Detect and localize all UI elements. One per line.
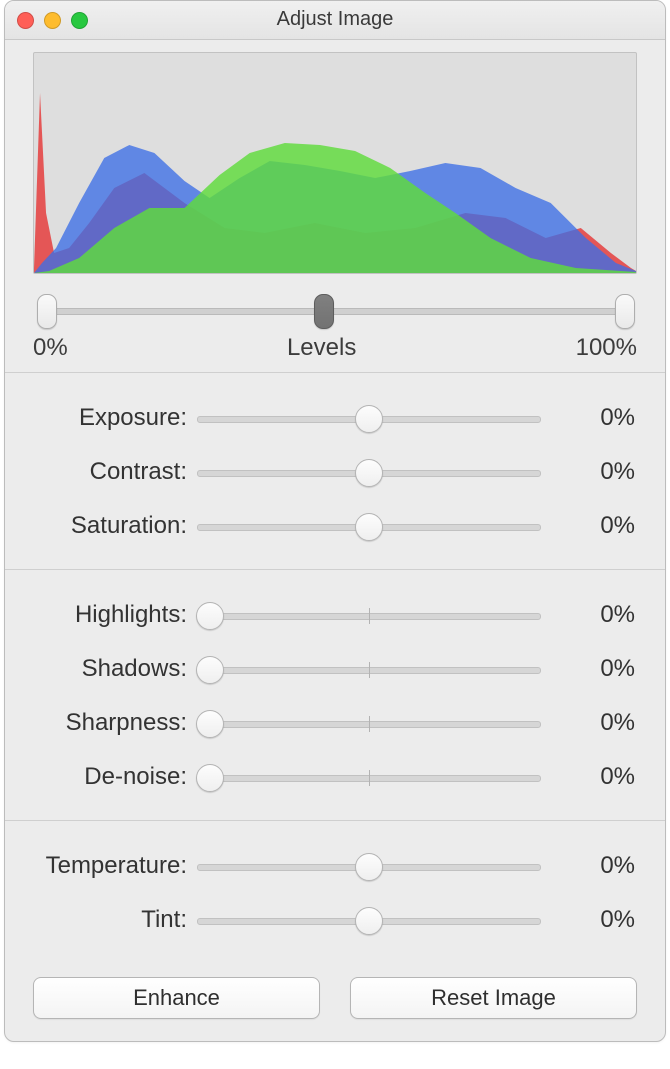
shadows-slider[interactable]	[197, 654, 541, 684]
button-bar: Enhance Reset Image	[5, 953, 665, 1019]
separator	[5, 372, 665, 373]
sharpness-value: 0%	[555, 709, 665, 737]
tint-slider[interactable]	[197, 905, 541, 935]
highlights-value: 0%	[555, 601, 665, 629]
tint-thumb[interactable]	[355, 907, 383, 935]
levels-center-label: Levels	[287, 334, 356, 362]
levels-right-label: 100%	[576, 334, 637, 362]
reset-image-button[interactable]: Reset Image	[350, 977, 637, 1019]
exposure-thumb[interactable]	[355, 405, 383, 433]
slider-group: Temperature: 0% Tint: 0%	[5, 831, 665, 953]
levels-gray-handle[interactable]	[314, 294, 334, 329]
tint-label: Tint:	[5, 906, 197, 934]
contrast-thumb[interactable]	[355, 459, 383, 487]
denoise-thumb[interactable]	[196, 764, 224, 792]
highlights-thumb[interactable]	[196, 602, 224, 630]
slider-tick	[369, 770, 370, 786]
slider-group: Highlights:0%Shadows:0%Sharpness:0%De-no…	[5, 580, 665, 810]
levels-track	[37, 308, 633, 315]
adjust-image-window: Adjust Image 0% Levels 100% Exposure: 0%	[4, 0, 666, 1042]
denoise-label: De-noise:	[5, 763, 197, 791]
enhance-button[interactable]: Enhance	[33, 977, 320, 1019]
denoise-slider[interactable]	[197, 762, 541, 792]
sharpness-slider[interactable]	[197, 708, 541, 738]
shadows-row: Shadows: 0%	[5, 642, 665, 696]
highlights-row: Highlights: 0%	[5, 588, 665, 642]
denoise-row: De-noise: 0%	[5, 750, 665, 804]
saturation-thumb[interactable]	[355, 513, 383, 541]
saturation-slider[interactable]	[197, 511, 541, 541]
levels-white-handle[interactable]	[615, 294, 635, 329]
levels-slider[interactable]	[33, 288, 637, 328]
temperature-row: Temperature: 0%	[5, 839, 665, 893]
exposure-value: 0%	[555, 404, 665, 432]
denoise-value: 0%	[555, 763, 665, 791]
temperature-thumb[interactable]	[355, 853, 383, 881]
exposure-slider[interactable]	[197, 403, 541, 433]
saturation-row: Saturation: 0%	[5, 499, 665, 553]
levels-left-label: 0%	[33, 334, 68, 362]
temperature-label: Temperature:	[5, 852, 197, 880]
slider-group: Exposure: 0% Contrast: 0% Saturation: 0%	[5, 383, 665, 559]
exposure-row: Exposure: 0%	[5, 391, 665, 445]
histogram-area	[5, 52, 665, 274]
temperature-value: 0%	[555, 852, 665, 880]
levels-black-handle[interactable]	[37, 294, 57, 329]
separator	[5, 569, 665, 570]
shadows-label: Shadows:	[5, 655, 197, 683]
window-title: Adjust Image	[5, 8, 665, 31]
contrast-slider[interactable]	[197, 457, 541, 487]
slider-tick	[369, 662, 370, 678]
contrast-row: Contrast: 0%	[5, 445, 665, 499]
tint-row: Tint: 0%	[5, 893, 665, 947]
sharpness-thumb[interactable]	[196, 710, 224, 738]
temperature-slider[interactable]	[197, 851, 541, 881]
highlights-label: Highlights:	[5, 601, 197, 629]
tint-value: 0%	[555, 906, 665, 934]
levels-labels: 0% Levels 100%	[33, 334, 637, 362]
slider-tick	[369, 608, 370, 624]
saturation-value: 0%	[555, 512, 665, 540]
sharpness-row: Sharpness: 0%	[5, 696, 665, 750]
titlebar: Adjust Image	[5, 1, 665, 40]
shadows-thumb[interactable]	[196, 656, 224, 684]
saturation-label: Saturation:	[5, 512, 197, 540]
exposure-label: Exposure:	[5, 404, 197, 432]
histogram	[33, 52, 637, 274]
sharpness-label: Sharpness:	[5, 709, 197, 737]
separator	[5, 820, 665, 821]
highlights-slider[interactable]	[197, 600, 541, 630]
contrast-label: Contrast:	[5, 458, 197, 486]
slider-tick	[369, 716, 370, 732]
contrast-value: 0%	[555, 458, 665, 486]
content: 0% Levels 100% Exposure:0%Contrast:0%Sat…	[5, 40, 665, 1041]
shadows-value: 0%	[555, 655, 665, 683]
